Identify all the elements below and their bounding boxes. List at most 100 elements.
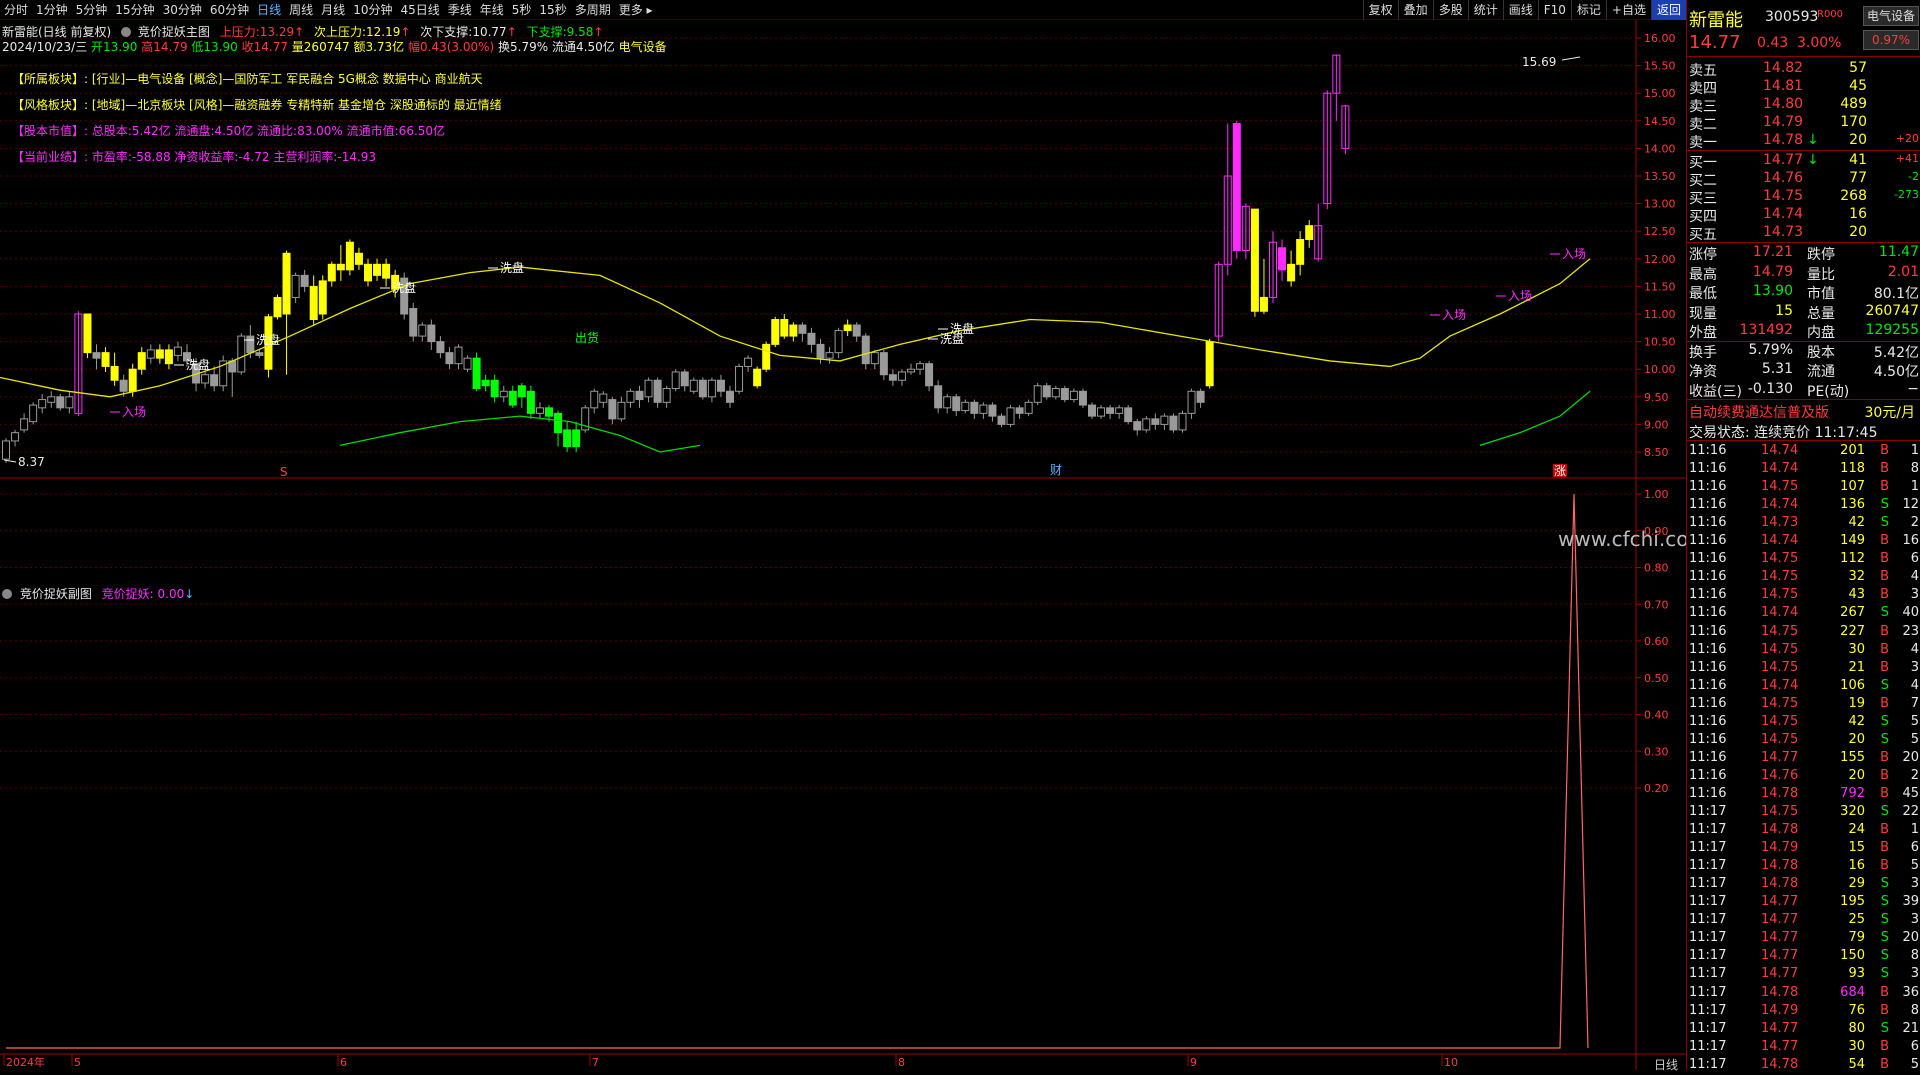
toolbar-button[interactable]: 多股 — [1432, 0, 1468, 20]
stock-name: 新雷能 — [1689, 10, 1743, 31]
candle-body — [1250, 208, 1259, 312]
candle-body — [943, 396, 952, 409]
bid-label: 买一 — [1689, 155, 1717, 171]
stat-label: 市值 — [1807, 286, 1835, 302]
candle-body — [110, 365, 119, 381]
stat-label: 涨停 — [1689, 247, 1717, 263]
ask-volume: 489 — [1840, 96, 1867, 112]
marker-zhang: 涨 — [1554, 463, 1566, 478]
candle-body — [744, 357, 753, 367]
candle-body — [798, 324, 807, 334]
date-label: 7 — [592, 1056, 599, 1069]
tab-timeframe[interactable]: 15秒 — [535, 1, 570, 18]
candle-body — [291, 274, 300, 298]
toolbar-button[interactable]: 叠加 — [1397, 0, 1433, 20]
tick-row: 11:16 14.76 20 B 2 — [1689, 768, 1919, 786]
candle-body — [1051, 388, 1060, 398]
tab-timeframe[interactable]: 分时 — [0, 1, 32, 18]
kline-chart[interactable]: 16.00 15.50 15.00 14.50 14.00 13.50 13.00 12.50… — [0, 20, 1686, 1070]
sector-button[interactable]: 电气设备 — [1863, 6, 1919, 26]
stat-label: 股本 — [1807, 344, 1835, 361]
bid-volume: 77 — [1849, 170, 1867, 186]
toolbar-button[interactable]: 复权 — [1362, 0, 1398, 20]
tick-side: S — [1880, 894, 1889, 910]
price-tick-label: 15.00 — [1644, 87, 1676, 100]
tab-timeframe[interactable]: 月线 — [317, 1, 349, 18]
candle-body — [816, 343, 825, 359]
marker-s: S — [280, 465, 288, 479]
tick-row: 11:16 14.75 32 B 4 — [1689, 569, 1919, 587]
tick-row: 11:16 14.75 107 B 1 — [1689, 479, 1919, 497]
tick-time: 11:17 — [1689, 1038, 1727, 1054]
stat-value: 13.90 — [1752, 283, 1793, 299]
tab-timeframe[interactable]: 45日线 — [396, 1, 443, 18]
tick-count: 8 — [1910, 1002, 1919, 1018]
sub-toggle-icon[interactable] — [2, 589, 12, 599]
candle-body — [336, 263, 345, 271]
toolbar-button[interactable]: 标记 — [1570, 0, 1606, 20]
stat-label: 量比 — [1807, 266, 1835, 283]
candle-body — [237, 335, 246, 373]
tick-price: 14.74 — [1761, 533, 1799, 549]
tick-side: B — [1880, 623, 1889, 639]
toolbar-button[interactable]: F10 — [1537, 0, 1571, 20]
candle-body — [255, 352, 264, 356]
tick-price: 14.77 — [1761, 749, 1799, 765]
candle-body — [545, 407, 553, 417]
marker-cai: 财 — [1050, 463, 1062, 477]
tab-timeframe[interactable]: 年线 — [476, 1, 508, 18]
tab-timeframe[interactable]: 5秒 — [508, 1, 536, 18]
tab-timeframe[interactable]: 周线 — [285, 1, 317, 18]
tick-time: 11:16 — [1689, 569, 1727, 585]
tab-timeframe[interactable]: 更多 ▸ — [615, 1, 657, 18]
price-tick-label: 10.50 — [1644, 336, 1676, 349]
tick-row: 11:16 14.75 227 B 23 — [1689, 624, 1919, 642]
xipan-label: 洗盘 — [256, 332, 280, 347]
bid-row: 买一 14.77 ↓ 41 +41 — [1689, 152, 1919, 171]
candle-body — [979, 404, 988, 414]
sub-tick-label: 0.80 — [1644, 562, 1669, 575]
stat-label: 流通 — [1807, 364, 1835, 380]
candle-body — [1060, 388, 1069, 401]
stat-value: 80.1亿 — [1873, 286, 1919, 302]
tab-timeframe[interactable]: 15分钟 — [111, 1, 158, 18]
tab-timeframe[interactable]: 季线 — [444, 1, 476, 18]
candle-body — [961, 401, 970, 412]
candle-body — [1160, 415, 1169, 425]
bid-price: 14.77 — [1763, 152, 1804, 168]
tab-timeframe[interactable]: 日线 — [253, 1, 285, 18]
candle-body — [373, 263, 382, 276]
tick-side: B — [1880, 984, 1889, 1000]
date-label: 10 — [1444, 1056, 1458, 1069]
sub-indicator-name[interactable]: 竞价捉妖副图 — [20, 587, 92, 601]
candle-body — [852, 324, 861, 337]
toolbar-button[interactable]: 画线 — [1502, 0, 1538, 20]
sub-tick-label: 0.30 — [1644, 745, 1669, 758]
candle-body — [897, 371, 906, 381]
tick-side: B — [1880, 641, 1889, 657]
period-toolbar: 分时 1分钟 5分钟 15分钟 30分钟 60分钟 日线 周线 月线 10分钟 45日线 季线 年线 5秒… — [0, 0, 1686, 20]
tab-timeframe[interactable]: 60分钟 — [206, 1, 253, 18]
lower-band-line — [1479, 390, 1591, 446]
candle-body — [29, 404, 38, 423]
tab-timeframe[interactable]: 5分钟 — [72, 1, 112, 18]
tick-time: 11:17 — [1689, 930, 1727, 946]
tab-timeframe[interactable]: 10分钟 — [349, 1, 396, 18]
toolbar-button[interactable]: 统计 — [1467, 0, 1503, 20]
tab-timeframe[interactable]: 30分钟 — [159, 1, 206, 18]
promo-banner[interactable]: 自动续费通达信普及版 30元/月 — [1689, 402, 1919, 421]
sub-tick-label: 0.70 — [1644, 598, 1669, 611]
toolbar-button[interactable]: +自选 — [1605, 0, 1651, 20]
tick-count: 4 — [1910, 641, 1919, 657]
candle-body — [119, 379, 128, 392]
candle-body — [499, 390, 508, 398]
tick-volume: 792 — [1840, 785, 1865, 801]
toolbar-button[interactable]: 返回 — [1650, 0, 1686, 20]
ruchang-label: 入场 — [122, 405, 146, 419]
tab-timeframe[interactable]: 1分钟 — [32, 1, 72, 18]
tab-timeframe[interactable]: 多周期 — [571, 1, 615, 18]
tick-side: B — [1880, 587, 1889, 603]
candle-body — [445, 352, 454, 365]
tick-volume: 42 — [1848, 713, 1865, 729]
ask-price: 14.79 — [1763, 114, 1804, 130]
